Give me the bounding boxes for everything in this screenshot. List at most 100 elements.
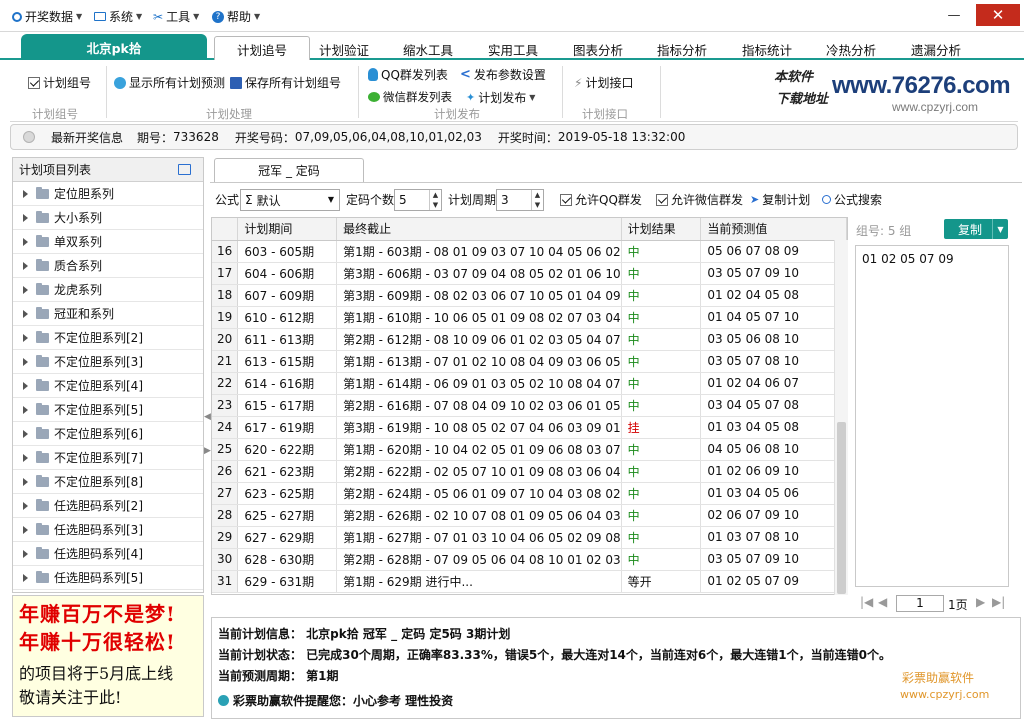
expand-arrow-icon[interactable]	[23, 525, 28, 534]
copy-plan-button[interactable]: ➤ 复制计划	[750, 191, 810, 208]
show-all-predictions-button[interactable]: 显示所有计划预测	[114, 74, 225, 91]
tree-item[interactable]: 不定位胆系列[8]	[13, 470, 203, 494]
col-header-final[interactable]: 最终截止	[336, 218, 622, 241]
allow-qq-checkbox[interactable]: 允许QQ群发	[560, 191, 642, 208]
close-button[interactable]: ✕	[976, 4, 1020, 26]
tree-item[interactable]: 不定位胆系列[3]	[13, 350, 203, 374]
table-row[interactable]: 17 604 - 606期 第3期 - 606期 - 03 07 09 04 08 …	[212, 262, 847, 285]
plan-publish-dropdown[interactable]: ✦ 计划发布 ▼	[466, 89, 535, 106]
last-page-icon[interactable]: ▶|	[992, 595, 1005, 609]
tree-item[interactable]: 冠亚和系列	[13, 302, 203, 326]
formula-select[interactable]: Σ 默认 ▼	[240, 189, 340, 211]
tab-hot-cold[interactable]: 冷热分析	[825, 38, 877, 60]
checkbox-checked[interactable]	[656, 193, 668, 206]
chevron-down-icon[interactable]: ▼	[992, 219, 1008, 239]
tab-utility-tool[interactable]: 实用工具	[487, 38, 539, 60]
tab-shrink-tool[interactable]: 缩水工具	[402, 38, 454, 60]
windows-icon[interactable]	[178, 164, 191, 175]
formula-search-button[interactable]: 公式搜索	[822, 191, 882, 208]
next-page-icon[interactable]: ▶	[976, 595, 985, 609]
expand-arrow-icon[interactable]	[23, 189, 28, 198]
expand-arrow-icon[interactable]	[23, 285, 28, 294]
menu-help[interactable]: ? 帮助 ▼	[212, 8, 260, 25]
table-row[interactable]: 28 625 - 627期 第2期 - 626期 - 02 10 07 08 01 …	[212, 504, 847, 527]
tree-item[interactable]: 单双系列	[13, 230, 203, 254]
tab-indicator-analysis[interactable]: 指标分析	[656, 38, 708, 60]
table-row[interactable]: 21 613 - 615期 第1期 - 613期 - 07 01 02 10 08 …	[212, 350, 847, 373]
expand-arrow-icon[interactable]	[23, 501, 28, 510]
table-row[interactable]: 20 611 - 613期 第2期 - 612期 - 08 10 09 06 01 …	[212, 328, 847, 351]
scrollbar-thumb[interactable]	[837, 422, 846, 594]
tab-omission[interactable]: 遗漏分析	[910, 38, 962, 60]
expand-arrow-icon[interactable]	[23, 357, 28, 366]
tree-item[interactable]: 龙虎系列	[13, 278, 203, 302]
tab-indicator-stats[interactable]: 指标统计	[741, 38, 793, 60]
tree-item[interactable]: 任选胆码系列[3]	[13, 518, 203, 542]
tab-champion-fixed[interactable]: 冠军 _ 定码	[214, 158, 364, 182]
tree-item[interactable]: 质合系列	[13, 254, 203, 278]
tree-item[interactable]: 任选胆码系列[5]	[13, 566, 203, 590]
tree-item[interactable]: 任选胆码系列[4]	[13, 542, 203, 566]
table-row[interactable]: 16 603 - 605期 第1期 - 603期 - 08 01 09 03 07 …	[212, 240, 847, 263]
tree-item[interactable]: 不定位胆系列[6]	[13, 422, 203, 446]
col-header-index[interactable]	[212, 218, 239, 241]
tree-item[interactable]: 不定位胆系列[2]	[13, 326, 203, 350]
spin-arrows-icon[interactable]: ▲ ▼	[531, 190, 543, 210]
table-row[interactable]: 22 614 - 616期 第1期 - 614期 - 06 09 01 03 05 …	[212, 372, 847, 395]
table-row[interactable]: 30 628 - 630期 第2期 - 628期 - 07 09 05 06 04 …	[212, 548, 847, 571]
tab-app-name[interactable]: 北京pk拾	[21, 34, 207, 60]
allow-wechat-checkbox[interactable]: 允许微信群发	[656, 191, 743, 208]
prev-page-icon[interactable]: ◀	[878, 595, 887, 609]
tab-plan-verify[interactable]: 计划验证	[318, 38, 370, 60]
tab-chart-analysis[interactable]: 图表分析	[572, 38, 624, 60]
expand-arrow-icon[interactable]	[23, 237, 28, 246]
save-all-plans-button[interactable]: 保存所有计划组号	[230, 74, 341, 91]
expand-arrow-icon[interactable]	[23, 333, 28, 342]
tree-item[interactable]: 定位胆系列	[13, 182, 203, 206]
table-row[interactable]: 31 629 - 631期 第1期 - 629期 进行中... 等开 01 02 05 …	[212, 570, 847, 593]
tab-plan-tracking[interactable]: 计划追号	[214, 36, 310, 62]
expand-arrow-icon[interactable]	[23, 549, 28, 558]
toggle-icon[interactable]	[23, 131, 35, 143]
col-header-result[interactable]: 计划结果	[621, 218, 702, 241]
expand-arrow-icon[interactable]	[23, 429, 28, 438]
wechat-group-list-button[interactable]: 微信群发列表	[368, 89, 452, 105]
expand-arrow-icon[interactable]	[23, 261, 28, 270]
menu-system[interactable]: 系统 ▼	[94, 8, 142, 25]
table-row[interactable]: 27 623 - 625期 第2期 - 624期 - 05 06 01 09 07 …	[212, 482, 847, 505]
grid-scrollbar[interactable]	[834, 240, 848, 595]
tree-item[interactable]: 任选胆码系列[2]	[13, 494, 203, 518]
collapse-left-icon[interactable]: ◀	[204, 412, 211, 422]
menu-lottery-data[interactable]: 开奖数据 ▼	[12, 8, 82, 25]
table-row[interactable]: 23 615 - 617期 第2期 - 616期 - 07 08 04 09 10 …	[212, 394, 847, 417]
page-input[interactable]: 1	[896, 595, 944, 612]
checkbox-checked[interactable]	[560, 193, 572, 206]
expand-arrow-icon[interactable]	[23, 213, 28, 222]
count-stepper[interactable]: 5 ▲ ▼	[394, 189, 442, 211]
expand-arrow-icon[interactable]	[23, 381, 28, 390]
menu-tools[interactable]: ✂ 工具 ▼	[153, 8, 199, 25]
prediction-box[interactable]: 01 02 05 07 09	[855, 245, 1009, 587]
minimize-button[interactable]: —	[932, 4, 976, 26]
expand-arrow-icon[interactable]	[23, 573, 28, 582]
tree-item[interactable]: 大小系列	[13, 206, 203, 230]
col-header-prediction[interactable]: 当前预测值	[700, 218, 847, 241]
first-page-icon[interactable]: |◀	[860, 595, 873, 609]
table-row[interactable]: 26 621 - 623期 第2期 - 622期 - 02 05 07 10 01 …	[212, 460, 847, 483]
expand-arrow-icon[interactable]	[23, 453, 28, 462]
qq-group-list-button[interactable]: QQ群发列表	[368, 66, 448, 83]
tree-item[interactable]: 不定位胆系列[5]	[13, 398, 203, 422]
expand-right-icon[interactable]: ▶	[204, 446, 211, 456]
table-row[interactable]: 24 617 - 619期 第3期 - 619期 - 10 08 05 02 07 …	[212, 416, 847, 439]
expand-arrow-icon[interactable]	[23, 405, 28, 414]
publish-params-button[interactable]: < 发布参数设置	[460, 66, 546, 83]
plan-group-checkbox[interactable]: 计划组号	[28, 74, 91, 91]
expand-arrow-icon[interactable]	[23, 477, 28, 486]
tree-item[interactable]: 不定位胆系列[4]	[13, 374, 203, 398]
expand-arrow-icon[interactable]	[23, 309, 28, 318]
copy-button[interactable]: 复制 ▼	[944, 219, 1008, 239]
plan-interface-button[interactable]: ⚡ 计划接口	[574, 74, 633, 91]
table-row[interactable]: 25 620 - 622期 第1期 - 620期 - 10 04 02 05 01 …	[212, 438, 847, 461]
cycle-stepper[interactable]: 3 ▲ ▼	[496, 189, 544, 211]
col-header-period[interactable]: 计划期间	[237, 218, 338, 241]
